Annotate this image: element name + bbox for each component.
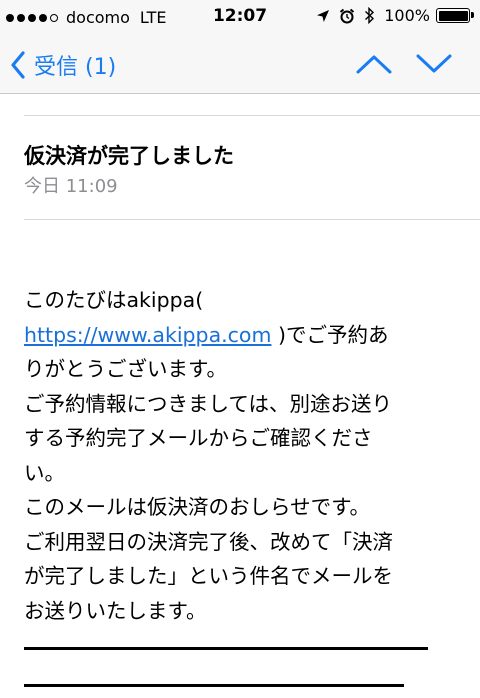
chevron-down-icon (416, 54, 452, 73)
location-arrow-icon (317, 9, 330, 22)
battery-percentage: 100% (384, 6, 430, 25)
body-text-segment: このたびはakippa( (24, 288, 204, 312)
body-text-segment: が完了しました」という件名でメールを (24, 564, 393, 588)
body-text-segment: ご予約情報につきましては、別途お送り (24, 391, 392, 416)
body-line: https://www.akippa.com )でご予約あ (24, 318, 460, 353)
message-subject: 仮決済が完了しました (24, 144, 234, 168)
status-indicators: 100% (307, 6, 474, 25)
body-text-segment: ご利用翌日の決済完了後、改めて「決済 (24, 529, 393, 554)
body-divider (24, 219, 480, 220)
message-body: このたびはakippa( https://www.akippa.com )でご予約… (24, 283, 460, 628)
body-line: お送りいたします。 (24, 594, 460, 629)
message-date: 今日 11:09 (24, 176, 118, 197)
status-bar: docomo LTE 12:07 100% (0, 0, 480, 36)
separator-rule (24, 647, 428, 650)
body-line: ご利用翌日の決済完了後、改めて「決済 (24, 525, 460, 560)
battery-fill (438, 10, 468, 21)
back-button[interactable]: 受信 (1) (10, 49, 116, 81)
chevron-left-icon (11, 51, 25, 79)
body-line: ご予約情報につきましては、別途お送り (24, 387, 460, 422)
body-text-segment: りがとうございます。 (24, 357, 227, 381)
body-line: このメールは仮決済のおしらせです。 (24, 490, 460, 525)
akippa-website-link[interactable]: https://www.akippa.com (24, 323, 271, 347)
alarm-clock-icon (340, 8, 355, 23)
body-line: が完了しました」という件名でメールを (24, 559, 460, 594)
body-text-segment: い。 (24, 460, 65, 485)
chevron-up-icon (356, 55, 392, 74)
battery-icon (436, 8, 474, 23)
separator-rule (24, 684, 404, 687)
body-text-segment: する予約完了メールからご確認くださ (24, 426, 373, 450)
back-button-label: 受信 (1) (34, 55, 117, 80)
body-line: する予約完了メールからご確認くださ (24, 421, 460, 456)
body-text-segment: このメールは仮決済のおしらせです。 (24, 495, 371, 519)
navigation-bar: 受信 (1) (0, 36, 480, 94)
next-message-button[interactable] (414, 50, 454, 78)
body-line: りがとうございます。 (24, 352, 460, 387)
body-text-segment: お送りいたします。 (24, 598, 207, 623)
body-line: このたびはakippa( (24, 283, 460, 318)
body-line: い。 (24, 456, 460, 491)
previous-message-button[interactable] (354, 50, 394, 78)
body-text-segment: )でご予約あ (271, 322, 389, 347)
bluetooth-icon (365, 7, 375, 24)
header-divider (24, 115, 480, 116)
